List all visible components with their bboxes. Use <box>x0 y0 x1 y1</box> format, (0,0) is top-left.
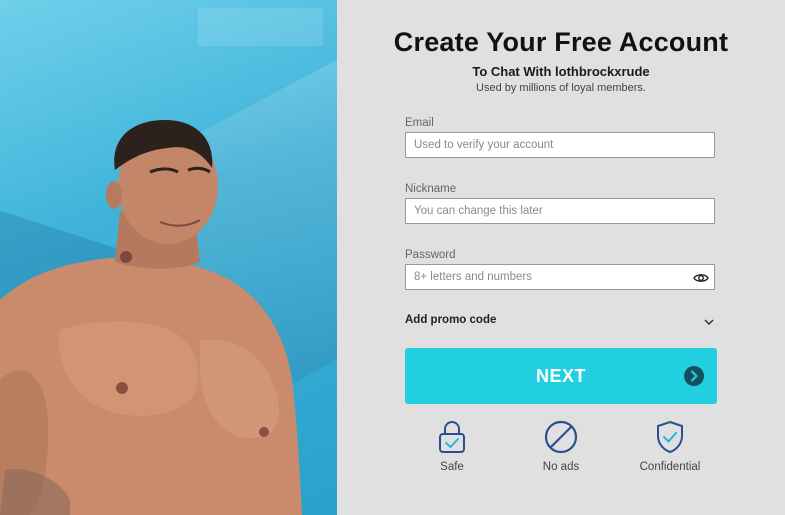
password-field[interactable] <box>405 264 715 290</box>
signup-panel: Create Your Free Account To Chat With lo… <box>337 0 785 515</box>
shield-check-icon <box>657 420 683 454</box>
promo-code-toggle[interactable]: Add promo code <box>405 314 717 330</box>
badge-no-ads-label: No ads <box>542 461 580 473</box>
email-field[interactable] <box>405 132 715 158</box>
badge-confidential-label: Confidential <box>639 461 701 473</box>
lock-icon <box>439 421 465 453</box>
show-password-eye-icon[interactable] <box>693 270 709 286</box>
page-title: Create Your Free Account <box>393 27 729 57</box>
badge-confidential: Confidential <box>615 420 725 473</box>
next-button[interactable]: NEXT <box>405 348 717 404</box>
page-subtitle: To Chat With lothbrockxrude <box>472 64 650 79</box>
nickname-label: Nickname <box>405 183 457 195</box>
arrow-right-circle-icon <box>684 366 704 386</box>
webcam-preview <box>0 0 337 515</box>
next-button-label: NEXT <box>535 366 586 386</box>
badge-safe: Safe <box>397 420 507 473</box>
chevron-down-icon <box>704 319 714 326</box>
performer-image <box>0 120 302 515</box>
password-label: Password <box>405 249 456 261</box>
no-entry-icon <box>544 420 578 454</box>
badge-safe-label: Safe <box>440 461 464 473</box>
nickname-field[interactable] <box>405 198 715 224</box>
promo-code-label: Add promo code <box>405 314 497 326</box>
badge-no-ads: No ads <box>506 420 616 473</box>
email-label: Email <box>405 117 434 129</box>
members-note: Used by millions of loyal members. <box>476 82 646 94</box>
